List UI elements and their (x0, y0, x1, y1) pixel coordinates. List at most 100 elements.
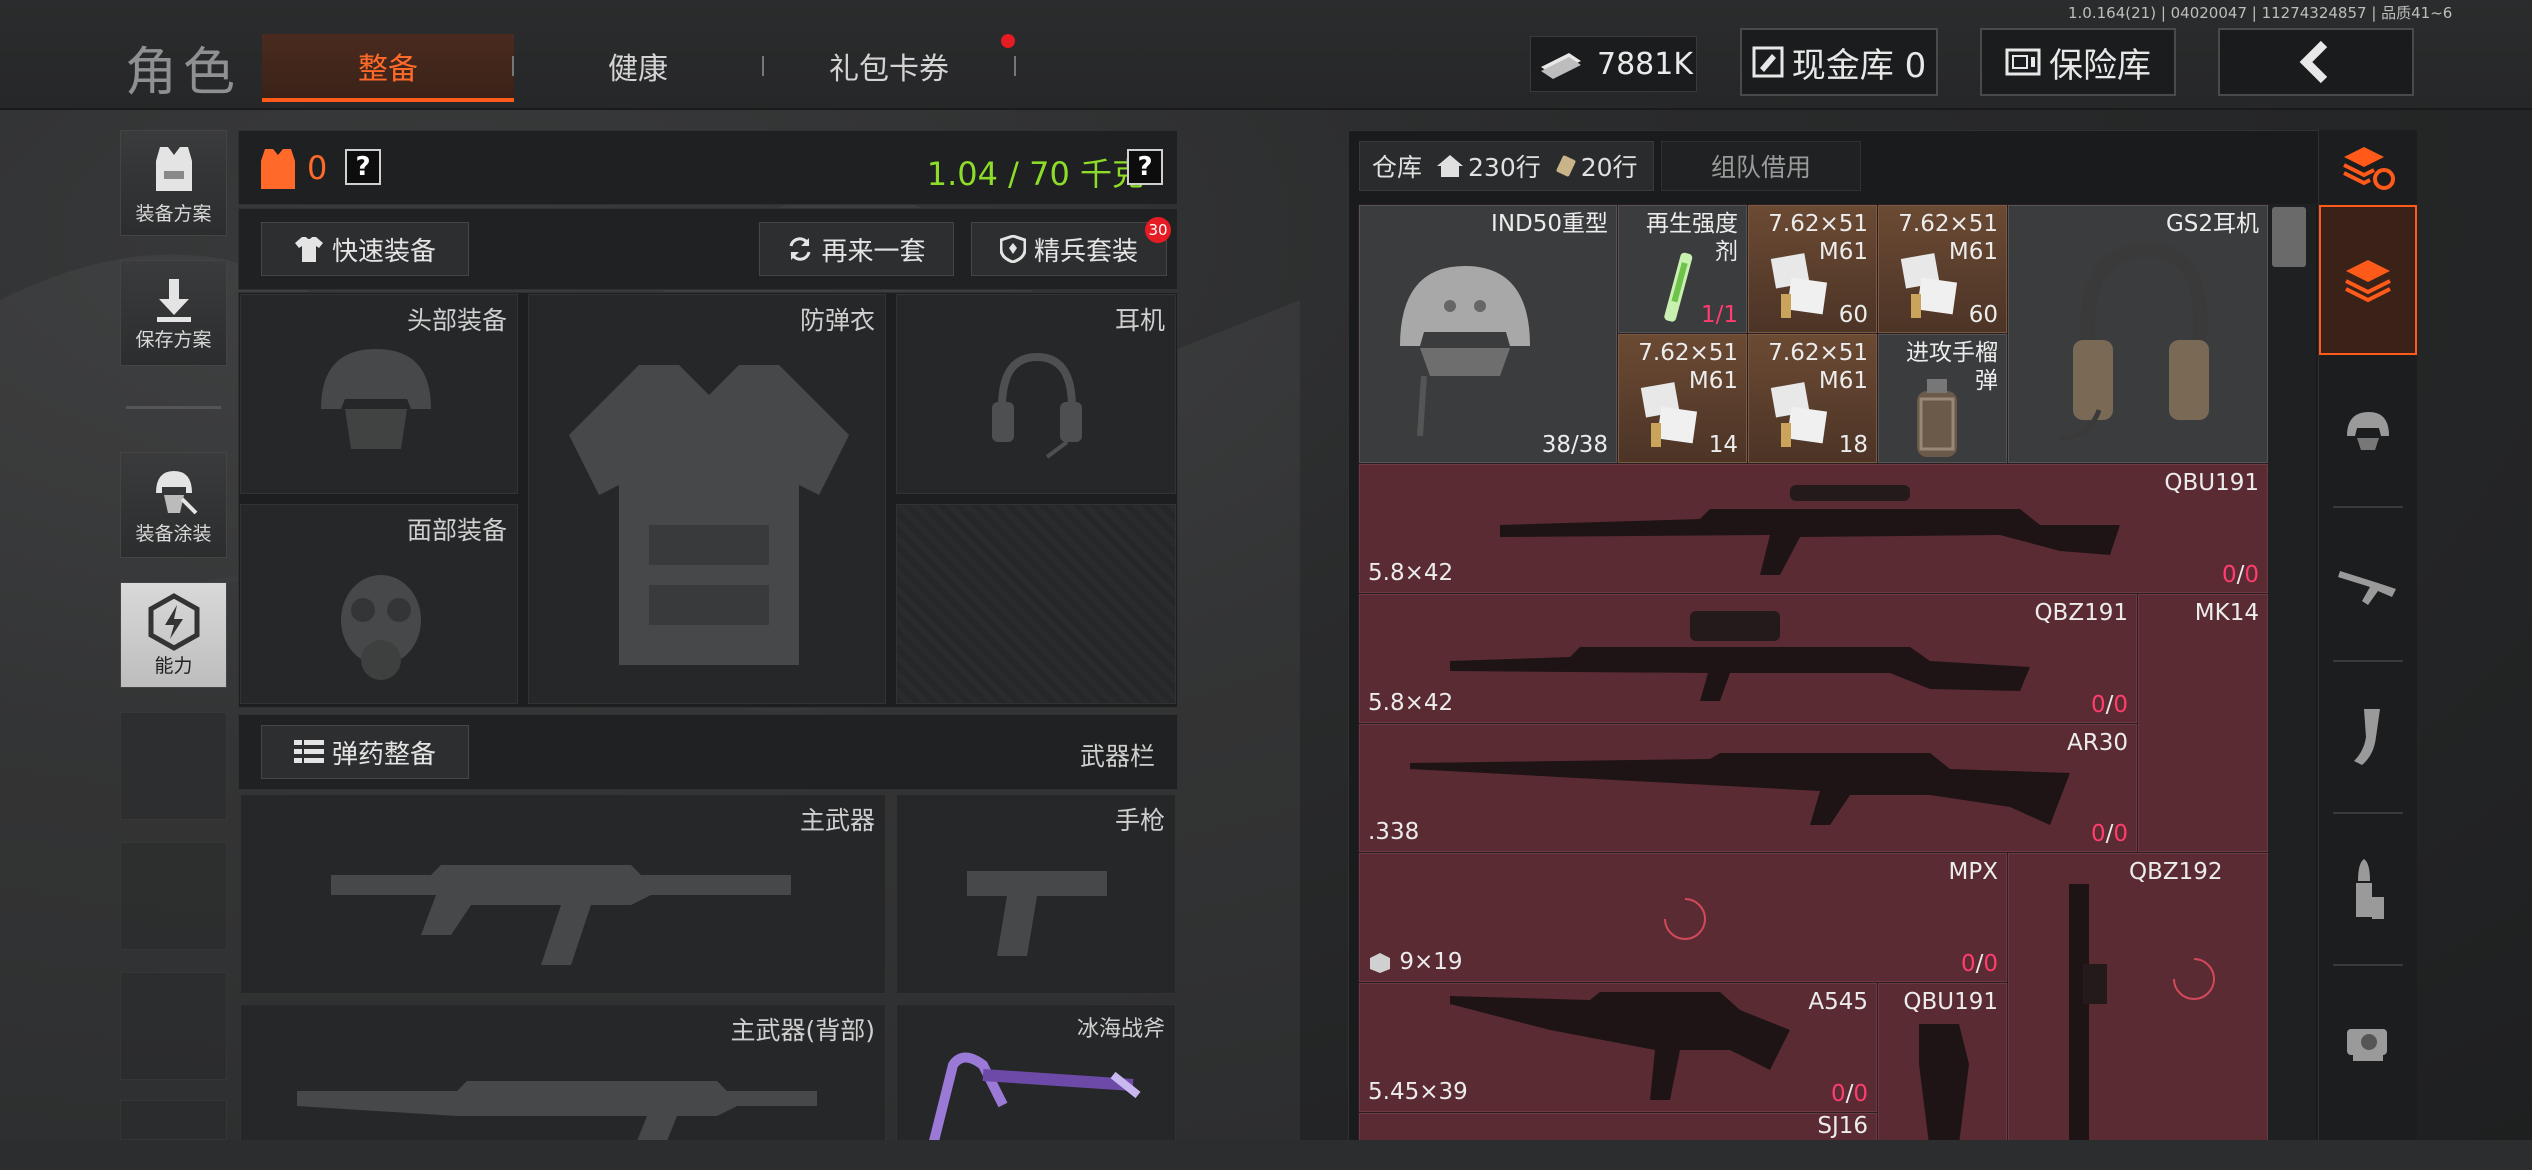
warehouse-item[interactable]: 7.62×51 M61 18 (1748, 334, 1877, 463)
box-icon (1368, 952, 1392, 974)
item-name: QBU191 (1903, 989, 1998, 1015)
empty-slot (120, 1100, 227, 1140)
loadout-plan-button[interactable]: 装备方案 (120, 130, 227, 236)
sniper-icon (1410, 745, 2090, 845)
helmet-filter-icon (2343, 408, 2393, 452)
warehouse-item[interactable]: MPX 9×19 0/0 (1359, 853, 2007, 982)
item-name: QBU191 (2164, 470, 2259, 496)
back-button[interactable] (2218, 28, 2414, 96)
magazine-filter-icon (2348, 707, 2388, 767)
quick-equip-label: 快速装备 (331, 236, 436, 267)
warehouse-item[interactable]: AR30 .338 0/0 (1359, 724, 2137, 852)
item-name: SJ16 (1817, 1113, 1868, 1139)
primary-weapon-slot[interactable]: 主武器 (240, 794, 886, 994)
page-title: 角色 (125, 43, 242, 103)
warehouse-item[interactable]: 进攻手榴弹 (1878, 334, 2007, 463)
shirt-icon (294, 235, 324, 263)
item-caliber: 9×19 (1368, 949, 1462, 975)
scope-filter-icon (2343, 1019, 2393, 1063)
item-name: IND50重型 (1491, 211, 1608, 237)
team-borrow-tab[interactable]: 组队借用 (1661, 141, 1861, 191)
filter-helmet-button[interactable] (2319, 355, 2417, 505)
item-caliber: 5.45×39 (1368, 1079, 1468, 1105)
armor-help-button[interactable]: ? (345, 149, 381, 185)
warehouse-item[interactable]: 7.62×51 M61 14 (1618, 334, 1747, 463)
ammo-box-icon (1899, 250, 1979, 320)
rifle-icon (1899, 1024, 1989, 1142)
warehouse-item[interactable]: 7.62×51 M61 60 (1878, 205, 2007, 333)
head-slot[interactable]: 头部装备 (240, 294, 518, 494)
ticket-icon (1555, 155, 1577, 177)
divider (126, 406, 221, 409)
item-caliber: .338 (1368, 819, 1420, 845)
ammo-prep-button[interactable]: 弹药整备 (261, 725, 469, 779)
headset-slot[interactable]: 耳机 (896, 294, 1176, 494)
notification-dot (1001, 34, 1015, 48)
warehouse-item[interactable]: GS2耳机 (2008, 205, 2268, 463)
vest-slot[interactable]: 防弹衣 (528, 294, 886, 704)
tab-gift-cards[interactable]: 礼包卡券 (778, 34, 1000, 98)
weapon-bar-label: 武器栏 (1079, 742, 1155, 771)
filter-magazine-button[interactable] (2319, 662, 2417, 812)
melee-label: 冰海战斧 (1076, 1017, 1165, 1042)
pistol-placeholder-icon (967, 861, 1107, 961)
warehouse-item[interactable]: IND50重型 38/38 (1359, 205, 1617, 463)
safe-box-button[interactable]: 保险库 (1980, 28, 2176, 96)
filter-scope-button[interactable] (2319, 966, 2417, 1116)
filter-all-button[interactable] (2319, 205, 2417, 355)
face-slot[interactable]: 面部装备 (240, 504, 518, 704)
cash-vault-button[interactable]: 现金库 0 (1740, 28, 1938, 96)
warehouse-label: 仓库 (1372, 153, 1423, 182)
item-caliber: 5.8×42 (1368, 690, 1454, 716)
weight-help-button[interactable]: ? (1127, 149, 1163, 185)
weight-display: 1.04 / 70 千克 (926, 155, 1144, 193)
sort-refresh-button[interactable] (2319, 130, 2417, 204)
primary-weapon-label: 主武器 (799, 806, 875, 835)
vest-placeholder-icon (559, 355, 859, 675)
warehouse-item[interactable]: A545 5.45×39 0/0 (1359, 983, 1877, 1112)
filter-bullet-button[interactable] (2319, 814, 2417, 964)
item-count: 60 (1838, 302, 1868, 328)
empty-slot (120, 842, 227, 950)
loading-spinner-icon (1660, 894, 1710, 944)
ability-bolt-icon (145, 593, 203, 651)
warehouse-item[interactable]: QBZ192 (2008, 853, 2268, 1143)
warehouse-item[interactable]: QBU191 (1878, 983, 2007, 1143)
warehouse-item[interactable]: 再生强度剂 1/1 (1618, 205, 1747, 333)
equipment-skin-button[interactable]: 装备涂装 (120, 452, 227, 558)
rifle-back-placeholder-icon (297, 1061, 817, 1141)
elite-set-button[interactable]: 精兵套装 (971, 222, 1167, 276)
tab-health[interactable]: 健康 (528, 34, 748, 98)
warehouse-rows: 230行 (1468, 153, 1541, 182)
save-plan-label: 保存方案 (135, 329, 212, 351)
gasmask-placeholder-icon (331, 565, 431, 685)
melee-slot[interactable]: 冰海战斧 (896, 1004, 1176, 1145)
again-set-label: 再来一套 (821, 236, 926, 267)
warehouse-item[interactable]: MK14 (2138, 594, 2268, 852)
item-count: 60 (1968, 302, 1998, 328)
item-name: QBZ192 (2129, 859, 2223, 885)
empty-slot (120, 972, 227, 1080)
warehouse-item[interactable]: QBU191 5.8×42 0/0 (1359, 464, 2268, 593)
tab-separator (512, 56, 514, 76)
warehouse-item[interactable]: QBZ191 5.8×42 0/0 (1359, 594, 2137, 723)
save-plan-button[interactable]: 保存方案 (120, 260, 227, 366)
rifle-icon (1500, 475, 2120, 585)
home-icon (1436, 154, 1464, 178)
face-slot-label: 面部装备 (406, 516, 507, 545)
primary-back-slot[interactable]: 主武器(背部) (240, 1004, 886, 1144)
pistol-slot[interactable]: 手枪 (896, 794, 1176, 994)
armor-vest-icon (259, 145, 297, 191)
scrollbar-track[interactable] (2268, 204, 2316, 1140)
armor-count: 0 (307, 149, 328, 187)
filter-rifle-button[interactable] (2319, 508, 2417, 658)
warehouse-item[interactable]: SJ16 (1359, 1113, 1877, 1143)
warehouse-tab[interactable]: 仓库 230行 20行 (1359, 141, 1654, 191)
warehouse-item[interactable]: 7.62×51 M61 60 (1748, 205, 1877, 333)
quick-equip-button[interactable]: 快速装备 (261, 222, 469, 276)
ability-button[interactable]: 能力 (120, 582, 227, 688)
tab-equip[interactable]: 整备 (262, 34, 514, 102)
tab-separator (762, 56, 764, 76)
scrollbar-thumb[interactable] (2272, 207, 2306, 267)
again-set-button[interactable]: 再来一套 (759, 222, 954, 276)
